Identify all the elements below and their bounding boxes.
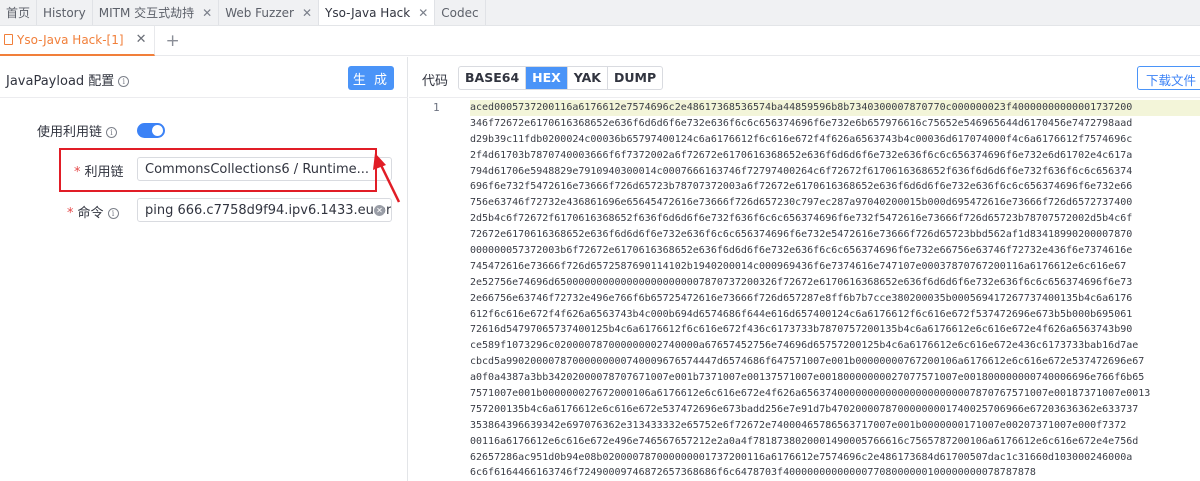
code-panel: 代码 BASE64 HEX YAK DUMP 下载文件 1 aced000573… bbox=[409, 57, 1200, 481]
panel-header: JavaPayload 配置 i 生 成 bbox=[0, 57, 408, 98]
tab-home[interactable]: 首页 bbox=[0, 0, 38, 25]
hex-line: d29b39c11fdb0200024c00036b65797400124c6a… bbox=[470, 133, 1133, 145]
info-icon[interactable]: i bbox=[118, 76, 130, 87]
required-marker: * bbox=[67, 206, 74, 221]
hex-line: 612f6c616e672f4f626a6563743b4c000b694d65… bbox=[470, 308, 1133, 320]
command-label-text: 命令 bbox=[77, 206, 104, 221]
code-editor[interactable]: 1 aced0005737200116a6176612e7574696c2e48… bbox=[409, 98, 1200, 481]
tab-mitm[interactable]: MITM 交互式劫持 ✕ bbox=[93, 0, 220, 25]
code-header: 代码 BASE64 HEX YAK DUMP 下载文件 bbox=[409, 57, 1200, 98]
line-number: 1 bbox=[433, 101, 440, 114]
hex-line: 2d5b4c6f72672f6170616368652f636f6d6d6f6e… bbox=[470, 213, 1133, 225]
use-chain-toggle[interactable] bbox=[137, 123, 165, 138]
hex-line: 000000057372003b6f72672e6170616368652e63… bbox=[470, 245, 1133, 257]
add-tab-icon[interactable]: + bbox=[165, 31, 179, 51]
hex-line: 346f72672e6170616368652e636f6d6d6f6e732e… bbox=[470, 117, 1133, 129]
hex-line: a0f0a4387a3bb34202000078707671007e001b73… bbox=[470, 372, 1145, 384]
info-icon[interactable]: i bbox=[106, 127, 118, 138]
sub-tab-bar: Yso-Java Hack-[1] ✕ + bbox=[0, 25, 1200, 56]
tab-history[interactable]: History bbox=[37, 0, 93, 25]
panel-title: JavaPayload 配置 i bbox=[6, 70, 130, 89]
close-icon[interactable]: ✕ bbox=[136, 32, 147, 47]
command-input[interactable]: ping 666.c7758d9f94.ipv6.1433.eu.org ✕ bbox=[137, 198, 392, 222]
tab-label: MITM 交互式劫持 bbox=[98, 6, 195, 20]
hex-line: 72672e6170616368652e636f6d6d6f6e732e636f… bbox=[470, 229, 1133, 241]
info-icon[interactable]: i bbox=[107, 208, 119, 219]
annotation-arrow-icon bbox=[373, 153, 401, 203]
hex-line: 794d61706e5948829e7910940300014c00076661… bbox=[470, 165, 1133, 177]
format-yak[interactable]: YAK bbox=[568, 67, 608, 89]
close-icon[interactable]: ✕ bbox=[302, 6, 312, 20]
hex-line: 7571007e001b000000027672000106a6176612e6… bbox=[470, 388, 1151, 400]
hex-line: 2e66756e63746f72732e496e766f6b6572547261… bbox=[470, 292, 1133, 304]
close-icon[interactable]: ✕ bbox=[202, 6, 212, 20]
hex-line: 2e52756e74696d65000000000000000000000078… bbox=[470, 276, 1133, 288]
format-hex[interactable]: HEX bbox=[526, 67, 568, 89]
tab-label: Yso-Java Hack bbox=[325, 5, 411, 20]
format-selector: BASE64 HEX YAK DUMP bbox=[458, 66, 664, 90]
command-label: * 命令 i bbox=[67, 202, 119, 221]
toggle-knob bbox=[152, 125, 163, 136]
document-icon bbox=[4, 34, 13, 45]
tab-yso-java-hack[interactable]: Yso-Java Hack ✕ bbox=[319, 0, 436, 25]
tab-label: Codec bbox=[441, 5, 479, 20]
format-dump[interactable]: DUMP bbox=[608, 67, 662, 89]
hex-line: aced0005737200116a6176612e7574696c2e4861… bbox=[470, 100, 1200, 116]
hex-line: 353864396639342e697076362e313433332e6575… bbox=[470, 419, 1127, 431]
tab-label: Web Fuzzer bbox=[225, 5, 294, 20]
payload-config-panel: JavaPayload 配置 i 生 成 使用利用链 i * 利用链 CommonsC… bbox=[0, 57, 408, 481]
hex-line: 696f6e732f5472616e73666f726d65723b787073… bbox=[470, 181, 1133, 193]
hex-line: cbcd5a9902000078700000000074000967657444… bbox=[470, 356, 1145, 368]
close-icon[interactable]: ✕ bbox=[418, 6, 428, 20]
code-label: 代码 bbox=[422, 74, 449, 89]
hex-line: 72616d54797065737400125b4c6a6176612f6c61… bbox=[470, 324, 1133, 336]
hex-line: 2f4d61703b7870740003666f6f7372002a6f7267… bbox=[470, 149, 1133, 161]
hex-line: 745472616e73666f726d6572587690114102b194… bbox=[470, 260, 1127, 272]
panel-title-text: JavaPayload 配置 bbox=[6, 74, 115, 89]
top-tab-bar: 首页 History MITM 交互式劫持 ✕ Web Fuzzer ✕ Yso-J… bbox=[0, 0, 1200, 26]
generate-button[interactable]: 生 成 bbox=[348, 66, 394, 90]
use-chain-label: 使用利用链 i bbox=[37, 121, 118, 140]
hex-line: ce589f1073296c020000787000000002740000a6… bbox=[470, 340, 1139, 352]
sub-tab-label: Yso-Java Hack-[1] bbox=[17, 32, 124, 47]
command-input-value: ping 666.c7758d9f94.ipv6.1433.eu.org bbox=[145, 203, 392, 218]
tab-web-fuzzer[interactable]: Web Fuzzer ✕ bbox=[219, 0, 319, 25]
hex-line: 757200135b4c6a6176612e6c616e672e53747269… bbox=[470, 403, 1139, 415]
sub-tab-yso-1[interactable]: Yso-Java Hack-[1] ✕ bbox=[0, 25, 156, 56]
tab-label: History bbox=[43, 5, 86, 20]
tab-label: 首页 bbox=[6, 6, 31, 20]
hex-line: 6c6f6164466163746f7249000974687265736868… bbox=[470, 467, 1036, 479]
format-base64[interactable]: BASE64 bbox=[459, 67, 527, 89]
hex-line: 756e63746f72732e436861696e65645472616e73… bbox=[470, 197, 1133, 209]
highlight-box bbox=[59, 148, 377, 192]
download-file-button[interactable]: 下载文件 bbox=[1137, 66, 1200, 90]
hex-line: 62657286ac951d0b94e08b020000787000000001… bbox=[470, 451, 1133, 463]
use-chain-label-text: 使用利用链 bbox=[37, 125, 103, 140]
hex-line: 00116a6176612e6c616e672e496e746567657212… bbox=[470, 435, 1139, 447]
hex-content: aced0005737200116a6176612e7574696c2e4861… bbox=[470, 100, 1200, 481]
tab-codec[interactable]: Codec bbox=[435, 0, 486, 25]
